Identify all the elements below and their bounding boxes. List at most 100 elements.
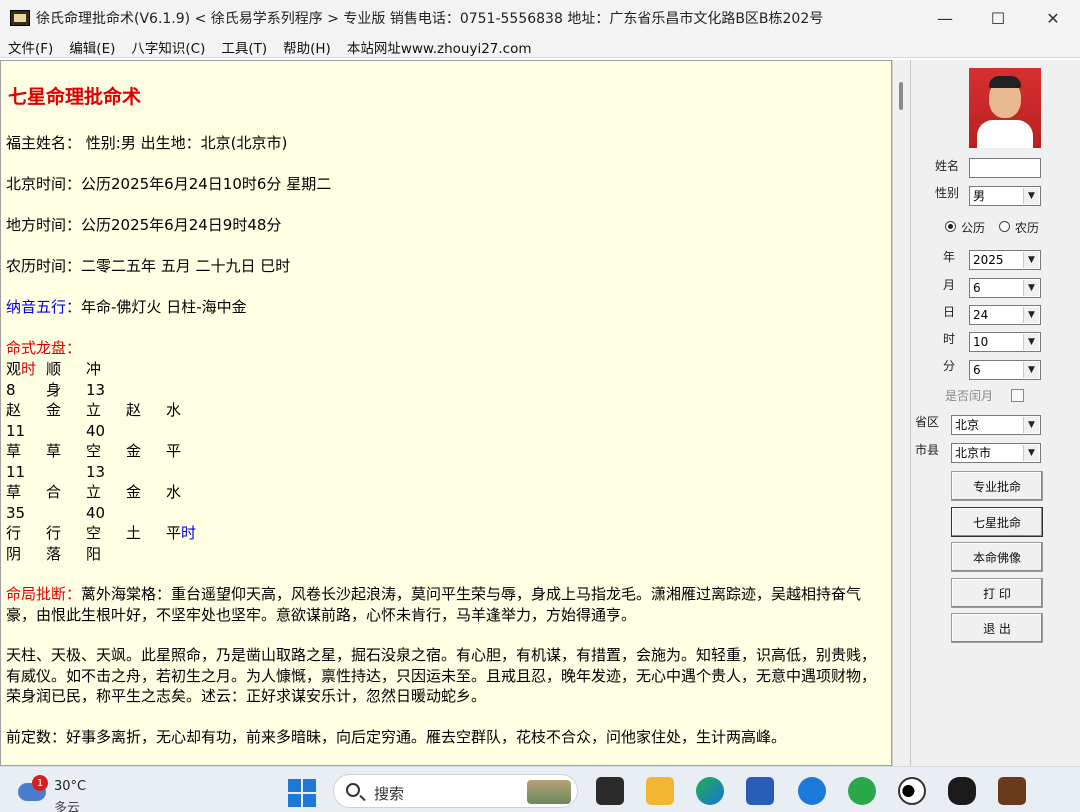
title-bar: 徐氏命理批命术(V6.1.9) < 徐氏易学系列程序 > 专业版 销售电话：07… bbox=[0, 0, 1080, 36]
chevron-down-icon: ▼ bbox=[1023, 362, 1039, 378]
chart-cell-hour-mark: 时 bbox=[21, 360, 37, 378]
security-shield-icon[interactable] bbox=[848, 777, 876, 805]
city-select[interactable]: 北京市 ▼ bbox=[951, 443, 1041, 463]
city-value: 北京市 bbox=[955, 446, 992, 460]
scroll-thumb[interactable] bbox=[899, 82, 903, 110]
chart-cell: 40 bbox=[86, 421, 105, 442]
solar-label: 公历 bbox=[961, 221, 986, 235]
hour-value: 10 bbox=[973, 335, 989, 349]
gender-value: 男 bbox=[973, 189, 986, 203]
nayin-label: 纳音五行： bbox=[6, 298, 82, 316]
chart-cell-text: 顺 bbox=[46, 360, 62, 378]
chart-cell-text: 平 bbox=[166, 442, 182, 460]
minimize-button[interactable]: — bbox=[922, 0, 968, 36]
chart-cell: 赵 bbox=[126, 400, 141, 421]
yin-yang-icon[interactable] bbox=[898, 777, 926, 805]
chart-cell-text: 合 bbox=[46, 483, 62, 501]
input-panel: 姓名 性别 男 ▼ 公历 农历 年 2025 ▼ 月 6 ▼ 日 24 ▼ 时 … bbox=[910, 60, 1080, 766]
menu-help[interactable]: 帮助(H) bbox=[283, 37, 331, 57]
solar-radio[interactable] bbox=[945, 221, 956, 232]
lunar-time-line: 农历时间：二零二五年 五月 二十九日 巳时 bbox=[6, 257, 291, 275]
professional-reading-button[interactable]: 专业批命 bbox=[951, 471, 1043, 501]
taskbar: 1 30°C 多云 搜索 bbox=[0, 766, 1080, 812]
chart-cell: 立 bbox=[86, 482, 101, 503]
lunar-radio[interactable] bbox=[999, 221, 1010, 232]
chart-cell: 金 bbox=[126, 441, 141, 462]
print-button[interactable]: 打 印 bbox=[951, 578, 1043, 608]
menu-edit[interactable]: 编辑(E) bbox=[69, 37, 115, 57]
chart-cell-text: 水 bbox=[166, 401, 182, 419]
seven-star-reading-button[interactable]: 七星批命 bbox=[951, 507, 1043, 537]
chart-cell: 阳 bbox=[86, 544, 101, 565]
taskbar-search[interactable]: 搜索 bbox=[333, 774, 578, 808]
beijing-time-line: 北京时间：公历2025年6月24日10时6分 星期二 bbox=[6, 175, 332, 193]
name-field[interactable] bbox=[969, 158, 1041, 178]
chart-cell-text: 空 bbox=[86, 524, 102, 542]
natal-buddha-button[interactable]: 本命佛像 bbox=[951, 542, 1043, 572]
chart-cell: 行 bbox=[6, 523, 21, 544]
maximize-button[interactable]: ☐ bbox=[975, 0, 1021, 36]
chart-cell-text: 金 bbox=[46, 401, 62, 419]
windows-start-icon[interactable] bbox=[288, 779, 316, 807]
chart-cell-text: 草 bbox=[6, 483, 22, 501]
menu-bazi-knowledge[interactable]: 八字知识(C) bbox=[131, 37, 205, 57]
chart-cell-text: 阴 bbox=[6, 544, 22, 563]
chevron-down-icon: ▼ bbox=[1023, 334, 1039, 350]
month-select[interactable]: 6 ▼ bbox=[969, 278, 1041, 298]
province-value: 北京 bbox=[955, 418, 980, 432]
year-value: 2025 bbox=[973, 253, 1004, 267]
chart-cell-text: 11 bbox=[6, 462, 26, 481]
chevron-down-icon: ▼ bbox=[1023, 417, 1039, 433]
file-explorer-icon[interactable] bbox=[646, 777, 674, 805]
xu-app-icon[interactable] bbox=[998, 777, 1026, 805]
gender-select[interactable]: 男 ▼ bbox=[969, 186, 1041, 206]
leap-month-checkbox[interactable] bbox=[1011, 389, 1024, 402]
result-heading: 七星命理批命术 bbox=[8, 86, 142, 108]
menu-tools[interactable]: 工具(T) bbox=[221, 37, 267, 57]
microsoft-store-icon[interactable] bbox=[746, 777, 774, 805]
chart-cell: 行 bbox=[46, 523, 61, 544]
menu-file[interactable]: 文件(F) bbox=[8, 37, 53, 57]
chart-cell: 11 bbox=[6, 421, 25, 442]
month-value: 6 bbox=[973, 281, 981, 295]
chart-cell-text: 13 bbox=[86, 380, 106, 399]
exit-button[interactable]: 退 出 bbox=[951, 613, 1043, 643]
minute-select[interactable]: 6 ▼ bbox=[969, 360, 1041, 380]
weather-widget[interactable]: 1 30°C 多云 bbox=[18, 775, 108, 812]
qq-penguin-icon[interactable] bbox=[948, 777, 976, 805]
vertical-scrollbar[interactable] bbox=[892, 60, 910, 766]
chart-cell-text: 观 bbox=[6, 360, 22, 378]
chart-cell-text: 阳 bbox=[86, 544, 102, 563]
search-placeholder: 搜索 bbox=[374, 785, 405, 803]
chart-cell-text: 土 bbox=[126, 524, 142, 542]
nayin-line: 纳音五行：年命-佛灯火 日柱-海中金 bbox=[6, 297, 247, 318]
hour-label: 时 bbox=[943, 332, 956, 346]
chart-cell-text: 冲 bbox=[86, 360, 102, 378]
edge-browser-icon[interactable] bbox=[696, 777, 724, 805]
task-view-icon[interactable] bbox=[596, 777, 624, 805]
menu-website[interactable]: 本站网址www.zhouyi27.com bbox=[347, 37, 532, 57]
result-text-area[interactable]: 七星命理批命术 福主姓名： 性别:男 出生地：北京(北京市) 北京时间：公历20… bbox=[0, 60, 892, 766]
chart-cell: 顺 bbox=[46, 359, 61, 380]
destiny-paragraph: 前定数：好事多离折，无心却有功，前来多暗昧，向后定穷通。雁去空群队，花枝不合众，… bbox=[6, 728, 787, 746]
chart-cell-text: 赵 bbox=[6, 401, 22, 419]
chart-cell: 阴 bbox=[6, 544, 21, 565]
dragon-chart-label: 命式龙盘： bbox=[6, 339, 82, 357]
year-label: 年 bbox=[943, 250, 956, 264]
browser-e-icon[interactable] bbox=[798, 777, 826, 805]
hour-select[interactable]: 10 ▼ bbox=[969, 332, 1041, 352]
chart-cell: 冲 bbox=[86, 359, 101, 380]
close-button[interactable]: ✕ bbox=[1030, 0, 1076, 36]
chart-cell: 平 bbox=[166, 441, 181, 462]
chart-cell-text: 8 bbox=[6, 380, 16, 399]
chart-cell-text: 40 bbox=[86, 503, 106, 522]
chart-cell-text: 金 bbox=[126, 442, 142, 460]
month-label: 月 bbox=[943, 278, 956, 292]
day-value: 24 bbox=[973, 308, 989, 322]
year-select[interactable]: 2025 ▼ bbox=[969, 250, 1041, 270]
chart-cell: 赵 bbox=[6, 400, 21, 421]
chevron-down-icon: ▼ bbox=[1023, 280, 1039, 296]
day-select[interactable]: 24 ▼ bbox=[969, 305, 1041, 325]
province-select[interactable]: 北京 ▼ bbox=[951, 415, 1041, 435]
chart-cell: 合 bbox=[46, 482, 61, 503]
